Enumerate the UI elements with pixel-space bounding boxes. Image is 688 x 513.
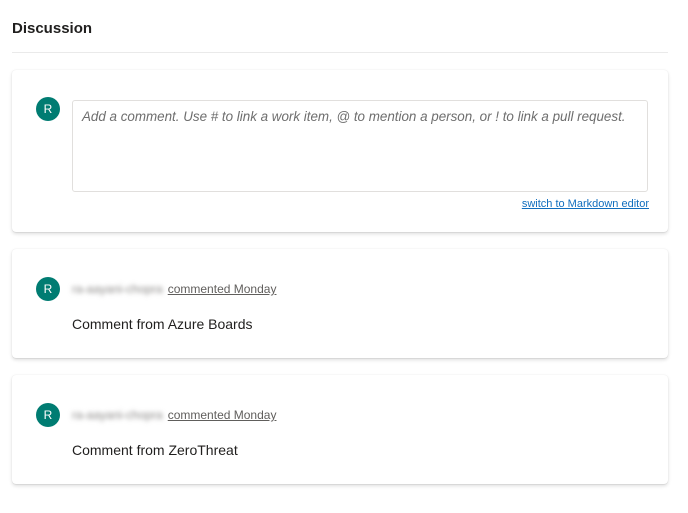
comment-timestamp-link[interactable]: commented Monday [168, 408, 277, 422]
comment-text: Comment from ZeroThreat [72, 442, 238, 458]
comment-text: Comment from Azure Boards [72, 316, 253, 332]
discussion-title: Discussion [12, 20, 93, 37]
current-user-avatar: R [36, 97, 60, 121]
new-comment-card: R switch to Markdown editor [12, 70, 668, 232]
comment-meta: ra-aayani-chopra commented Monday [72, 408, 276, 422]
comment-author-avatar[interactable]: R [36, 277, 60, 301]
comment-card: R ra-aayani-chopra commented Monday Comm… [12, 375, 668, 484]
switch-to-markdown-link[interactable]: switch to Markdown editor [522, 198, 649, 210]
comment-author-name[interactable]: ra-aayani-chopra [72, 408, 163, 422]
comment-meta: ra-aayani-chopra commented Monday [72, 282, 276, 296]
comment-card: R ra-aayani-chopra commented Monday Comm… [12, 249, 668, 358]
comment-input[interactable] [72, 100, 648, 192]
section-divider [12, 52, 668, 53]
discussion-section: Discussion R switch to Markdown editor R… [0, 0, 688, 513]
comment-timestamp-link[interactable]: commented Monday [168, 282, 277, 296]
comment-author-avatar[interactable]: R [36, 403, 60, 427]
comment-author-name[interactable]: ra-aayani-chopra [72, 282, 163, 296]
